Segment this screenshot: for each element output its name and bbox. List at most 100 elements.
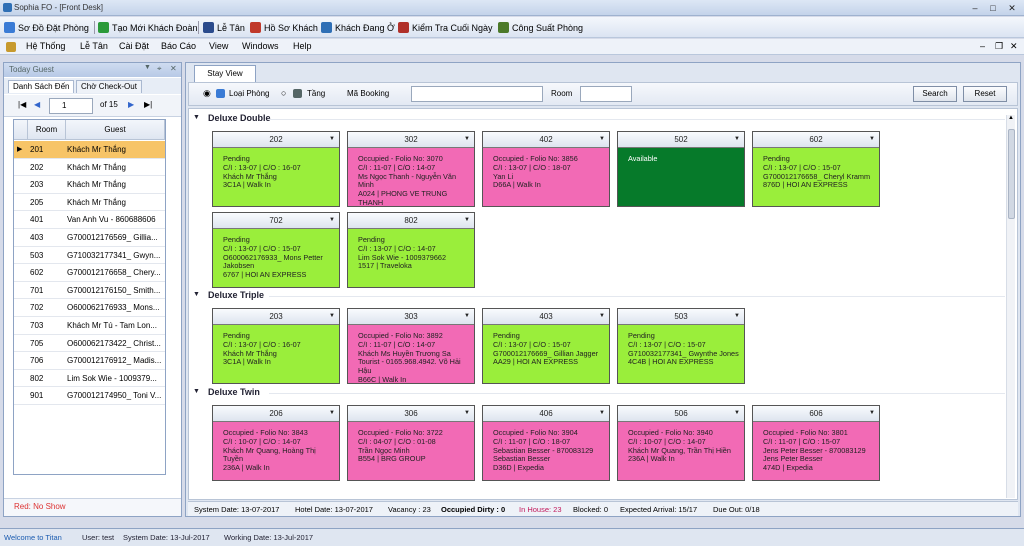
- page-number-input[interactable]: 1: [49, 98, 93, 114]
- table-row[interactable]: 706 G700012176912_ Madis...: [14, 352, 165, 370]
- room-card[interactable]: 306 ▼ Occupied - Folio No: 3722 C/I : 04-07…: [347, 405, 475, 481]
- chevron-down-icon[interactable]: ▼: [734, 309, 740, 324]
- chevron-down-icon[interactable]: ▼: [464, 309, 470, 324]
- room-card-header[interactable]: 606 ▼: [753, 406, 879, 422]
- room-card[interactable]: 402 ▼ Occupied - Folio No: 3856 C/I : 13-07…: [482, 131, 610, 207]
- chevron-down-icon[interactable]: ▼: [464, 132, 470, 147]
- menu-front-desk[interactable]: Lễ Tân: [80, 41, 108, 51]
- room-card-header[interactable]: 502 ▼: [618, 132, 744, 148]
- mdi-close-button[interactable]: ✕: [1010, 41, 1018, 52]
- room-card[interactable]: 606 ▼ Occupied - Folio No: 3801 C/I : 11-07…: [752, 405, 880, 481]
- maximize-button[interactable]: □: [986, 2, 1000, 14]
- table-row[interactable]: 503 G710032177341_ Gwyn...: [14, 247, 165, 265]
- toolbar-front-desk-button[interactable]: Lễ Tân: [203, 20, 245, 35]
- room-card[interactable]: 302 ▼ Occupied - Folio No: 3070 C/I : 11-07…: [347, 131, 475, 207]
- table-row[interactable]: 401 Van Anh Vu - 860688606: [14, 211, 165, 229]
- room-card-header[interactable]: 203 ▼: [213, 309, 339, 325]
- table-row[interactable]: 702 O600062176933_ Mons...: [14, 299, 165, 317]
- table-row[interactable]: 602 G700012176658_ Chery...: [14, 264, 165, 282]
- toolbar-night-audit-button[interactable]: Kiểm Tra Cuối Ngày: [398, 20, 493, 35]
- toolbar-occupancy-button[interactable]: Công Suất Phòng: [498, 20, 583, 35]
- menu-settings[interactable]: Cài Đặt: [119, 41, 149, 51]
- booking-code-input[interactable]: [411, 86, 543, 102]
- room-card-header[interactable]: 406 ▼: [483, 406, 609, 422]
- room-card[interactable]: 206 ▼ Occupied - Folio No: 3843 C/I : 10-07…: [212, 405, 340, 481]
- chevron-down-icon[interactable]: ▼: [464, 406, 470, 421]
- scroll-thumb[interactable]: [1008, 129, 1015, 219]
- room-card-header[interactable]: 602 ▼: [753, 132, 879, 148]
- room-card-header[interactable]: 802 ▼: [348, 213, 474, 229]
- room-card-header[interactable]: 206 ▼: [213, 406, 339, 422]
- room-card[interactable]: 802 ▼ Pending C/I : 13-07 | C/O : 14-07 Lim …: [347, 212, 475, 288]
- room-type-radio[interactable]: ◉: [203, 88, 211, 99]
- table-row[interactable]: 203 Khách Mr Thắng: [14, 176, 165, 194]
- room-card[interactable]: 506 ▼ Occupied - Folio No: 3940 C/I : 10-07…: [617, 405, 745, 481]
- chevron-down-icon[interactable]: ▼: [734, 406, 740, 421]
- room-card[interactable]: 203 ▼ Pending C/I : 13-07 | C/O : 16-07 Khác…: [212, 308, 340, 384]
- tab-stay-view[interactable]: Stay View: [194, 65, 256, 82]
- reset-button[interactable]: Reset: [963, 86, 1007, 102]
- toolbar-booking-chart-button[interactable]: Sơ Đồ Đặt Phòng: [4, 20, 89, 35]
- room-card[interactable]: 702 ▼ Pending C/I : 13-07 | C/O : 15-07 O600…: [212, 212, 340, 288]
- room-card[interactable]: 403 ▼ Pending C/I : 13-07 | C/O : 15-07 G700…: [482, 308, 610, 384]
- dropdown-icon[interactable]: ▼: [144, 64, 151, 71]
- next-page-icon[interactable]: ▶: [128, 100, 134, 109]
- scroll-up-icon[interactable]: ▲: [1008, 115, 1014, 121]
- room-card[interactable]: 406 ▼ Occupied - Folio No: 3904 C/I : 11-07…: [482, 405, 610, 481]
- tab-arrivals[interactable]: Danh Sách Đến: [8, 80, 75, 93]
- menu-help[interactable]: Help: [293, 41, 312, 51]
- chevron-down-icon[interactable]: ▼: [734, 132, 740, 147]
- chevron-down-icon[interactable]: ▼: [329, 406, 335, 421]
- room-card-header[interactable]: 702 ▼: [213, 213, 339, 229]
- table-row[interactable]: 703 Khách Mr Tú - Tam Lon...: [14, 317, 165, 335]
- room-card[interactable]: 602 ▼ Pending C/I : 13-07 | C/O : 15-07 G700…: [752, 131, 880, 207]
- last-page-icon[interactable]: ▶|: [144, 100, 152, 109]
- table-row[interactable]: 205 Khách Mr Thắng: [14, 194, 165, 212]
- room-card-header[interactable]: 202 ▼: [213, 132, 339, 148]
- chevron-down-icon[interactable]: ▼: [869, 132, 875, 147]
- section-toggle-icon[interactable]: ▼: [193, 291, 200, 298]
- column-header-room[interactable]: Room: [28, 120, 66, 140]
- room-card-header[interactable]: 303 ▼: [348, 309, 474, 325]
- table-row[interactable]: 802 Lim Sok Wie - 1009379...: [14, 370, 165, 388]
- first-page-icon[interactable]: |◀: [18, 100, 26, 109]
- room-card[interactable]: 503 ▼ Pending C/I : 13-07 | C/O : 15-07 G710…: [617, 308, 745, 384]
- prev-page-icon[interactable]: ◀: [34, 100, 40, 109]
- chevron-down-icon[interactable]: ▼: [599, 406, 605, 421]
- close-icon[interactable]: ✕: [170, 64, 177, 73]
- table-row[interactable]: 202 Khách Mr Thắng: [14, 159, 165, 177]
- tab-checkout[interactable]: Chờ Check-Out: [76, 80, 142, 93]
- room-input[interactable]: [580, 86, 632, 102]
- toolbar-guest-file-button[interactable]: Hồ Sơ Khách: [250, 20, 318, 35]
- room-card-header[interactable]: 403 ▼: [483, 309, 609, 325]
- room-card-header[interactable]: 306 ▼: [348, 406, 474, 422]
- search-button[interactable]: Search: [913, 86, 957, 102]
- vertical-scrollbar[interactable]: ▲: [1006, 115, 1015, 498]
- table-row[interactable]: 901 G700012174950_ Toni V...: [14, 387, 165, 405]
- column-header-guest[interactable]: Guest: [66, 120, 165, 140]
- chevron-down-icon[interactable]: ▼: [599, 132, 605, 147]
- section-toggle-icon[interactable]: ▼: [193, 114, 200, 121]
- section-toggle-icon[interactable]: ▼: [193, 388, 200, 395]
- chevron-down-icon[interactable]: ▼: [329, 132, 335, 147]
- chevron-down-icon[interactable]: ▼: [329, 213, 335, 228]
- chevron-down-icon[interactable]: ▼: [869, 406, 875, 421]
- room-card[interactable]: 303 ▼ Occupied - Folio No: 3892 C/I : 11-07…: [347, 308, 475, 384]
- room-card-header[interactable]: 506 ▼: [618, 406, 744, 422]
- chevron-down-icon[interactable]: ▼: [329, 309, 335, 324]
- pin-icon[interactable]: ⌖: [157, 64, 162, 74]
- room-card-header[interactable]: 302 ▼: [348, 132, 474, 148]
- table-row[interactable]: 403 G700012176569_ Gillia...: [14, 229, 165, 247]
- floor-radio[interactable]: ○: [281, 88, 286, 98]
- table-row[interactable]: ▶ 201 Khách Mr Thắng: [14, 141, 165, 159]
- room-card-header[interactable]: 503 ▼: [618, 309, 744, 325]
- toolbar-new-group-button[interactable]: Tạo Mới Khách Đoàn: [98, 20, 197, 35]
- menu-view[interactable]: View: [209, 41, 228, 51]
- room-card[interactable]: 202 ▼ Pending C/I : 13-07 | C/O : 16-07 Khác…: [212, 131, 340, 207]
- chevron-down-icon[interactable]: ▼: [464, 213, 470, 228]
- menu-reports[interactable]: Báo Cáo: [161, 41, 196, 51]
- minimize-button[interactable]: –: [968, 2, 982, 14]
- mdi-minimize-button[interactable]: –: [980, 41, 985, 51]
- room-card[interactable]: 502 ▼ Available: [617, 131, 745, 207]
- menu-system[interactable]: Hệ Thống: [26, 41, 65, 51]
